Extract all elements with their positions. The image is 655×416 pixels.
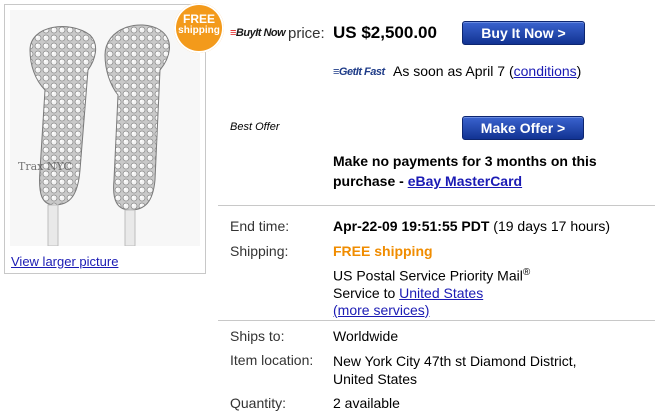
ships-to-label: Ships to: (230, 328, 285, 344)
get-it-fast-logo-text: GetIt Fast (338, 66, 385, 78)
shipping-service-info: US Postal Service Priority Mail® Service… (333, 264, 643, 319)
price-value: US $2,500.00 (333, 23, 437, 42)
delivery-estimate-text: As soon as April 7 ( (393, 63, 514, 79)
view-larger-picture-link[interactable]: View larger picture (11, 254, 118, 269)
item-location-line2: United States (333, 371, 418, 387)
delivery-estimate: As soon as April 7 (conditions) (393, 63, 581, 79)
end-time-date: Apr-22-09 19:51:55 PDT (333, 218, 490, 234)
ships-to-value: Worldwide (333, 328, 399, 344)
shipping-service-to: Service to (333, 284, 400, 301)
make-offer-button[interactable]: Make Offer > (462, 116, 584, 140)
conditions-link[interactable]: conditions (514, 63, 577, 79)
divider (218, 205, 655, 206)
earbud-earrings-image: Trax NYC (10, 10, 200, 246)
end-time-value: Apr-22-09 19:51:55 PDT (19 days 17 hours… (333, 218, 610, 234)
more-services-link[interactable]: (more services) (333, 302, 429, 318)
shipping-label: Shipping: (230, 243, 289, 259)
quantity-label: Quantity: (230, 395, 287, 411)
price-label: price: (288, 25, 325, 42)
item-photo[interactable]: Trax NYC (10, 10, 200, 246)
buy-it-now-logo: ≡BuyIt Now (230, 27, 286, 39)
shipping-service-name: US Postal Service Priority Mail (333, 267, 523, 284)
item-location-value: New York City 47th st Diamond District, … (333, 352, 577, 388)
item-location-label: Item location: (230, 352, 314, 368)
end-time-remaining: (19 days 17 hours) (493, 218, 611, 234)
registered-mark: ® (522, 267, 531, 278)
buy-it-now-button[interactable]: Buy It Now > (462, 21, 585, 45)
ebay-mastercard-link[interactable]: eBay MasterCard (408, 173, 522, 189)
badge-line2: shipping (178, 25, 220, 36)
payment-promo: Make no payments for 3 months on this pu… (333, 151, 643, 191)
best-offer-label: Best Offer (230, 121, 280, 133)
delivery-estimate-close: ) (576, 63, 582, 79)
free-shipping-text: FREE shipping (333, 243, 433, 259)
get-it-fast-logo: ≡GetIt Fast (333, 66, 385, 78)
united-states-link[interactable]: United States (399, 285, 483, 301)
free-shipping-badge: FREE shipping (174, 3, 224, 53)
quantity-value: 2 available (333, 395, 400, 411)
badge-line1: FREE (182, 12, 215, 26)
divider (218, 320, 655, 321)
buy-it-now-logo-text: BuyIt Now (235, 27, 286, 39)
end-time-label: End time: (230, 218, 290, 234)
watermark-text: Trax NYC (18, 160, 72, 173)
item-location-line1: New York City 47th st Diamond District, (333, 353, 577, 369)
